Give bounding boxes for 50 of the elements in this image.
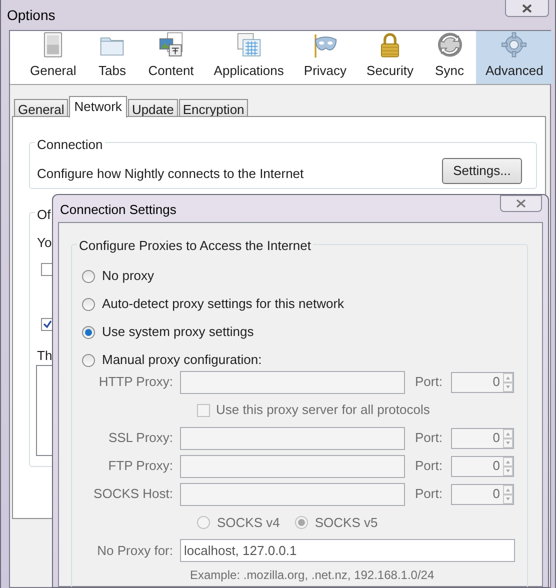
radio-button[interactable] [82, 298, 95, 310]
option-label: SOCKS v5 [314, 514, 378, 532]
spin-arrows-icon[interactable] [503, 484, 513, 504]
connection-description: Configure how Nightly connects to the Internet [37, 165, 304, 183]
toolbar-button[interactable]: General [20, 31, 86, 84]
field-label: Port: [415, 373, 444, 392]
field-label: FTP Proxy: [107, 457, 174, 476]
port-value: 0 [492, 457, 501, 476]
radio-button[interactable] [82, 354, 95, 366]
close-icon [516, 199, 526, 208]
offline-text: Yo [37, 234, 52, 252]
tab[interactable]: Network [69, 96, 127, 118]
field-label: No Proxy for: [96, 542, 174, 560]
option-label: No proxy [102, 267, 154, 286]
close-button[interactable] [505, 0, 549, 17]
field-label: Port: [415, 457, 444, 476]
option-label: SOCKS v4 [217, 514, 280, 532]
field-label: SSL Proxy: [107, 429, 174, 448]
toolbar-button[interactable]: Privacy [294, 31, 357, 84]
spin-arrows-icon[interactable] [503, 428, 513, 448]
example-text: Example: .mozilla.org, .net.nz, 192.168.1.0/24 [189, 567, 436, 584]
radio-button[interactable] [82, 326, 95, 338]
field-label: Port: [415, 485, 444, 504]
dialog-title: Connection Settings [60, 201, 176, 219]
toolbar-button[interactable]: Security [356, 31, 424, 84]
tab[interactable]: General [14, 99, 68, 118]
toolbar-button[interactable]: Content [138, 31, 204, 84]
close-button[interactable] [500, 195, 542, 212]
spin-arrows-icon[interactable] [503, 372, 513, 392]
port-value: 0 [492, 429, 501, 448]
close-icon [522, 4, 532, 12]
toolbar-button[interactable]: Sync [424, 31, 476, 84]
field-label: HTTP Proxy: [98, 373, 174, 392]
text-field[interactable]: localhost, 127.0.0.1 [180, 539, 515, 562]
radio-button[interactable] [82, 270, 95, 282]
checkbox-label: Use this proxy server for all protocols [216, 401, 430, 420]
option-label: Auto-detect proxy settings for this network [102, 295, 344, 314]
spin-arrows-icon[interactable] [503, 456, 513, 476]
toolbar-button[interactable]: Applications [204, 31, 294, 84]
port-value: 0 [492, 485, 501, 504]
window-title: Options [7, 6, 56, 25]
settings-button[interactable]: Settings... [442, 158, 522, 184]
option-label: Use system proxy settings [102, 323, 254, 342]
field-label: Port: [415, 429, 444, 448]
option-label: Manual proxy configuration: [102, 351, 262, 370]
toolbar-button[interactable]: Tabs [86, 31, 138, 84]
offline-text: Th [37, 347, 52, 365]
port-value: 0 [492, 373, 501, 392]
field-label: SOCKS Host: [92, 485, 174, 504]
toolbar-button[interactable]: Advanced [476, 31, 554, 84]
